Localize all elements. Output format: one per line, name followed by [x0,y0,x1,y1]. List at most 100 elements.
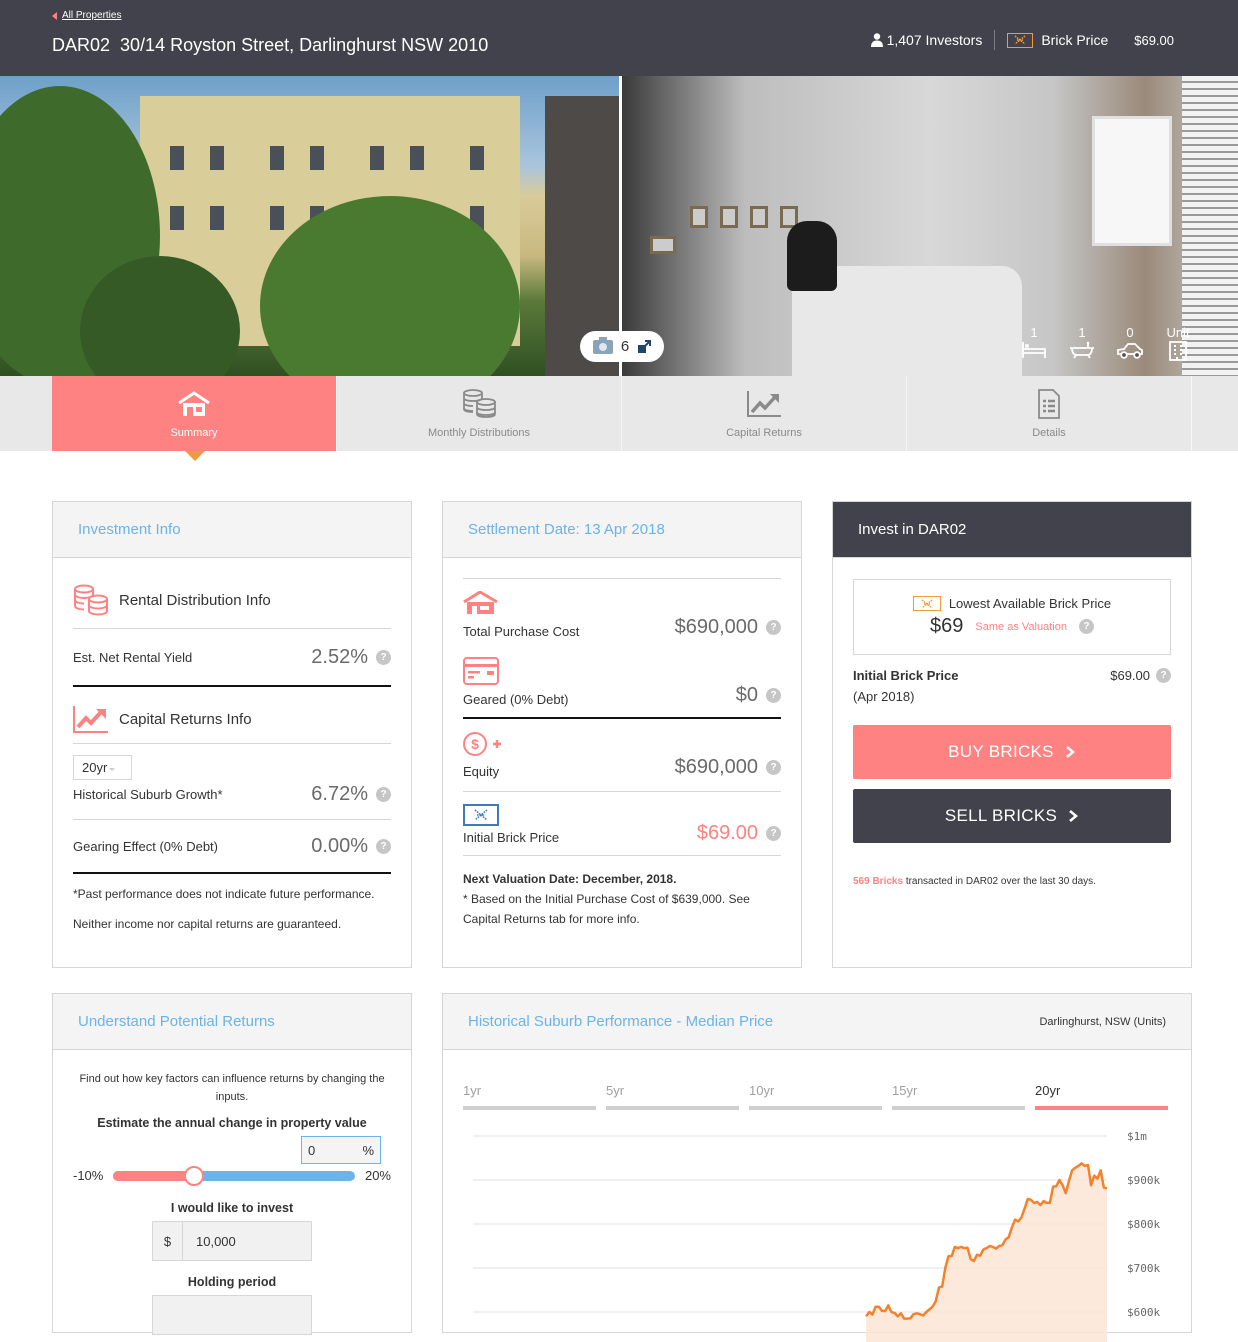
divider [463,578,781,579]
range-tab-1yr[interactable]: 1yr [463,1083,596,1110]
lowest-price-header: Lowest Available Brick Price [913,596,1111,611]
header-stats: 1,407 Investors Brick Price $69.00 [871,30,1174,50]
help-icon[interactable]: ? [766,826,781,841]
lowest-price-box: Lowest Available Brick Price $69 Same as… [853,579,1171,655]
help-icon[interactable]: ? [766,688,781,703]
purchase: $690,000? [675,616,781,639]
rental-section-title: Rental Distribution Info [119,592,271,609]
sell-bricks-button[interactable]: SELL BRICKS [853,789,1171,843]
tab-capital-returns[interactable]: Capital Returns [622,376,907,451]
slider-thumb[interactable] [184,1166,204,1186]
chart-icon [746,390,782,418]
car-icon [1116,341,1144,359]
percent-sign: % [362,1143,374,1158]
range-tab-10yr[interactable]: 10yr [749,1083,882,1110]
window [1092,116,1172,246]
range-tab-label: 20yr [1035,1083,1060,1098]
next-valuation-date: Next Valuation Date: December, 2018. [463,872,781,886]
range-tab-20yr[interactable]: 20yr [1035,1083,1168,1110]
equity-block: $ Equity $690,000? [463,731,781,779]
chart-title: Historical Suburb Performance - Median P… [468,1013,773,1030]
growth-row: Historical Suburb Growth* 6.72%? [73,782,391,806]
tab-monthly-distributions-label: Monthly Distributions [428,427,530,439]
initial-price-value: $69.00 [697,822,758,845]
sell-bricks-label: SELL BRICKS [945,806,1057,826]
divider [463,717,781,719]
range-tab-bar [892,1106,1025,1110]
invest-card: Invest in DAR02 Lowest Available Brick P… [832,501,1192,968]
help-icon[interactable]: ? [376,650,391,665]
gallery-button[interactable]: 6 [580,331,664,362]
chart-body: 1yr 5yr 10yr 15yr 20yr [443,1050,1191,1110]
y-tick-label: $900k [1127,1174,1160,1187]
estimate-input[interactable]: 0% [301,1136,381,1164]
invest-amount-label: I would like to invest [73,1201,391,1215]
range-tab-15yr[interactable]: 15yr [892,1083,1025,1110]
bathrooms-count: 1 [1078,325,1085,341]
growth: 6.72%? [311,783,391,806]
help-icon[interactable]: ? [766,760,781,775]
purchase-block: Total Purchase Cost $690,000? [463,591,781,639]
initial-brick-date: (Apr 2018) [853,689,959,704]
help-icon[interactable]: ? [766,620,781,635]
currency-symbol: $ [153,1222,183,1260]
tab-summary[interactable]: Summary [52,376,337,451]
divider [463,791,781,792]
parking-count: 0 [1126,325,1133,341]
invest-amount-input[interactable]: $ 10,000 [152,1221,312,1261]
brick-icon [1007,33,1033,48]
range-tab-label: 1yr [463,1083,481,1098]
window [170,146,184,170]
window [270,146,284,170]
tab-details-label: Details [1032,427,1066,439]
initial-block: Initial Brick Price $69.00? [463,804,781,845]
settlement-date-title: Settlement Date: 13 Apr 2018 [443,502,801,558]
bed-icon [1021,341,1047,359]
building-photo[interactable] [0,76,619,376]
help-icon[interactable]: ? [376,839,391,854]
expand-icon [637,340,651,354]
y-tick-label: $700k [1127,1262,1160,1275]
suburb-performance-card: Historical Suburb Performance - Median P… [442,993,1192,1333]
property-code: DAR02 [52,35,110,55]
transaction-note: 569 Bricks transacted in DAR02 over the … [853,876,1171,887]
coins-icon [461,389,497,419]
range-tab-5yr[interactable]: 5yr [606,1083,739,1110]
all-properties-link[interactable]: All Properties [52,10,121,21]
range-tab-bar [1035,1106,1168,1110]
transacted-count: 569 Bricks [853,876,903,887]
tab-monthly-distributions[interactable]: Monthly Distributions [337,376,622,451]
invest-amount-value: 10,000 [183,1234,236,1249]
period-select[interactable]: 20yr [73,755,132,780]
geared: $0? [736,684,781,707]
buy-bricks-label: BUY BRICKS [948,742,1054,762]
y-tick-label: $800k [1127,1218,1160,1231]
period-select-value: 20yr [82,760,107,775]
range-tab-bar [463,1106,596,1110]
purchase-label: Total Purchase Cost [463,624,579,639]
divider [73,685,391,687]
building-icon [1168,341,1188,361]
bath-icon [1069,341,1095,359]
document-icon [1037,389,1061,419]
picture-frame [690,206,708,228]
geared-row: Geared (0% Debt) $0? [463,684,781,707]
holding-period-input[interactable] [152,1295,312,1335]
buy-bricks-button[interactable]: BUY BRICKS [853,725,1171,779]
lowest-price-value: $69 [930,615,963,638]
tab-details[interactable]: Details [907,376,1192,451]
rental-yield-label: Est. Net Rental Yield [73,650,192,665]
help-icon[interactable]: ? [1079,619,1094,634]
help-icon[interactable]: ? [1156,668,1171,683]
chevron-down-icon [109,768,115,771]
gearing-row: Gearing Effect (0% Debt) 0.00%? [73,820,391,872]
disclaimer-not-guaranteed: Neither income nor capital returns are g… [73,917,391,931]
estimate-slider[interactable] [113,1171,355,1181]
equity-value: $690,000 [675,756,758,779]
gearing: 0.00%? [311,835,391,858]
holding-period-label: Holding period [73,1275,391,1289]
slider-max-label: 20% [365,1168,391,1183]
investment-info-title: Investment Info [53,502,411,558]
help-icon[interactable]: ? [376,787,391,802]
chart-icon [73,705,109,733]
